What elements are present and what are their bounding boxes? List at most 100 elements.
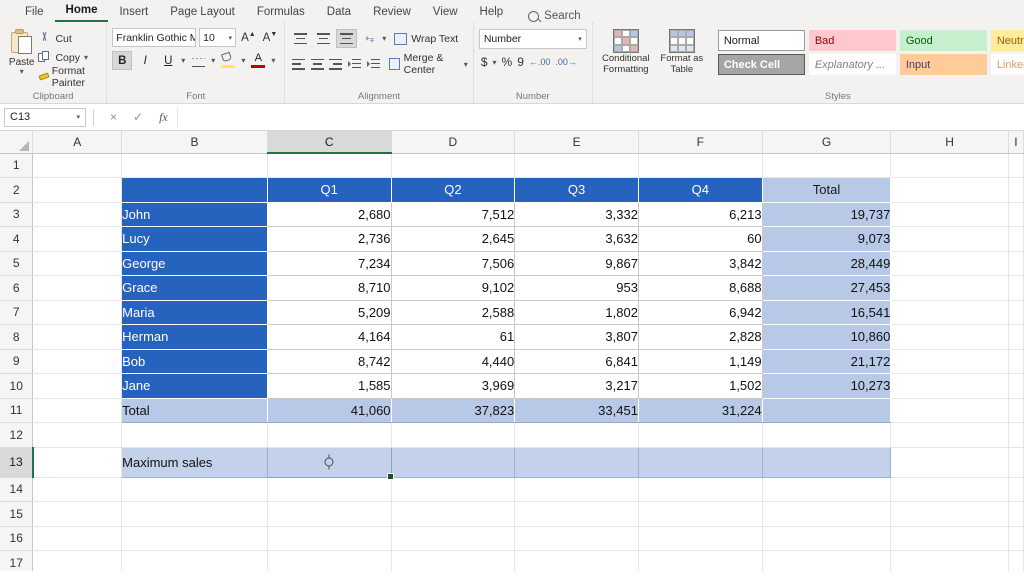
chevron-down-icon[interactable]: ▾	[84, 54, 88, 62]
comma-style-button[interactable]: 9	[517, 55, 524, 69]
name-box[interactable]: C13 ▾	[4, 107, 86, 127]
cell-total[interactable]: 21,172	[762, 349, 892, 374]
cell-g12[interactable]	[762, 422, 892, 448]
row-header-15[interactable]: 15	[0, 501, 34, 527]
cell-i3[interactable]	[1008, 202, 1024, 227]
percent-style-button[interactable]: %	[502, 55, 513, 69]
cell-h11[interactable]	[890, 398, 1009, 423]
currency-button[interactable]: $	[481, 55, 488, 69]
cell-a2[interactable]	[32, 177, 123, 203]
column-header-g[interactable]: G	[762, 131, 892, 154]
column-header-a[interactable]: A	[32, 131, 123, 154]
tab-home[interactable]: Home	[54, 2, 109, 22]
cell-f12[interactable]	[638, 422, 763, 448]
total-q2[interactable]: 37,823	[391, 398, 516, 423]
cell-q1[interactable]: 8,742	[267, 349, 392, 374]
wrap-text-button[interactable]: Wrap Text	[388, 32, 458, 45]
cell-d17[interactable]	[391, 550, 516, 571]
italic-button[interactable]: I	[135, 51, 155, 70]
cell-c12[interactable]	[267, 422, 392, 448]
style-linked[interactable]: Linked	[990, 54, 1024, 75]
chevron-down-icon[interactable]: ▾	[578, 35, 582, 43]
decrease-font-size-button[interactable]: A▼	[261, 31, 280, 44]
row-name[interactable]: Grace	[121, 275, 268, 301]
cell-a3[interactable]	[32, 202, 123, 227]
style-neutral[interactable]: Neutral	[990, 30, 1024, 51]
cell-h12[interactable]	[890, 422, 1009, 448]
formula-input[interactable]	[176, 107, 1020, 127]
table-header-total[interactable]: Total	[762, 177, 892, 203]
row-header-3[interactable]: 3	[0, 202, 34, 227]
font-color-button[interactable]: A	[248, 51, 268, 70]
font-size-input[interactable]: 10 ▾	[199, 28, 237, 47]
column-header-d[interactable]: D	[391, 131, 516, 154]
cell-g15[interactable]	[762, 501, 892, 527]
underline-button[interactable]: U	[158, 51, 178, 70]
cell-b16[interactable]	[121, 526, 268, 551]
total-q3[interactable]: 33,451	[514, 398, 639, 423]
cell-f17[interactable]	[638, 550, 763, 571]
cell-d1[interactable]	[391, 153, 516, 178]
chevron-down-icon[interactable]: ▾	[464, 60, 468, 68]
chevron-down-icon[interactable]: ▾	[382, 35, 386, 43]
cell-b1[interactable]	[121, 153, 268, 178]
insert-function-icon[interactable]: fx	[159, 110, 168, 125]
row-header-4[interactable]: 4	[0, 226, 34, 252]
cell-q1[interactable]: 5,209	[267, 300, 392, 325]
cell-h4[interactable]	[890, 226, 1009, 252]
cell-h8[interactable]	[890, 324, 1009, 350]
tab-insert[interactable]: Insert	[108, 4, 159, 22]
cell-i14[interactable]	[1008, 477, 1024, 502]
cell-b12[interactable]	[121, 422, 268, 448]
enter-icon[interactable]: ✓	[133, 110, 143, 125]
cell-q4[interactable]: 1,149	[638, 349, 763, 374]
cell-q1[interactable]: 8,710	[267, 275, 392, 301]
cell-i15[interactable]	[1008, 501, 1024, 527]
cancel-icon[interactable]: ×	[110, 110, 117, 125]
chevron-down-icon[interactable]: ▾	[181, 57, 185, 65]
cell-e14[interactable]	[514, 477, 639, 502]
cell-i11[interactable]	[1008, 398, 1024, 423]
cell-c1[interactable]	[267, 153, 392, 178]
cell-g17[interactable]	[762, 550, 892, 571]
column-header-e[interactable]: E	[514, 131, 639, 154]
tab-help[interactable]: Help	[469, 4, 515, 22]
cell-q3[interactable]: 6,841	[514, 349, 639, 374]
cell-i2[interactable]	[1008, 177, 1024, 203]
total-row-label[interactable]: Total	[121, 398, 268, 423]
increase-indent-button[interactable]	[365, 55, 382, 74]
cell-q3[interactable]: 3,217	[514, 373, 639, 399]
row-name[interactable]: Lucy	[121, 226, 268, 252]
cell-total[interactable]: 28,449	[762, 251, 892, 276]
cell-i12[interactable]	[1008, 422, 1024, 448]
number-format-select[interactable]: Number ▾	[478, 29, 587, 49]
cell-q4[interactable]: 2,828	[638, 324, 763, 350]
cell-h2[interactable]	[890, 177, 1009, 203]
style-bad[interactable]: Bad	[808, 30, 896, 51]
decrease-indent-button[interactable]	[346, 55, 363, 74]
orientation-button[interactable]: ⥆	[359, 29, 380, 48]
row-header-9[interactable]: 9	[0, 349, 34, 374]
chevron-down-icon[interactable]: ▾	[20, 68, 24, 76]
cell-h5[interactable]	[890, 251, 1009, 276]
column-header-f[interactable]: F	[638, 131, 763, 154]
cell-a13[interactable]	[32, 447, 123, 478]
style-input[interactable]: Input	[899, 54, 987, 75]
chevron-down-icon[interactable]: ▾	[76, 113, 80, 121]
cell-c16[interactable]	[267, 526, 392, 551]
total-q4[interactable]: 31,224	[638, 398, 763, 423]
tab-view[interactable]: View	[422, 4, 469, 22]
row-header-11[interactable]: 11	[0, 398, 34, 423]
cell-c17[interactable]	[267, 550, 392, 571]
row-name[interactable]: George	[121, 251, 268, 276]
cell-h7[interactable]	[890, 300, 1009, 325]
cell-q2[interactable]: 7,512	[391, 202, 516, 227]
chevron-down-icon[interactable]: ▾	[241, 57, 245, 65]
cell-h3[interactable]	[890, 202, 1009, 227]
cell-g1[interactable]	[762, 153, 892, 178]
cell-q1[interactable]: 2,736	[267, 226, 392, 252]
cell-c13-selected[interactable]	[266, 446, 394, 480]
cell-a10[interactable]	[32, 373, 123, 399]
column-header-h[interactable]: H	[890, 131, 1009, 154]
cell-q1[interactable]: 4,164	[267, 324, 392, 350]
